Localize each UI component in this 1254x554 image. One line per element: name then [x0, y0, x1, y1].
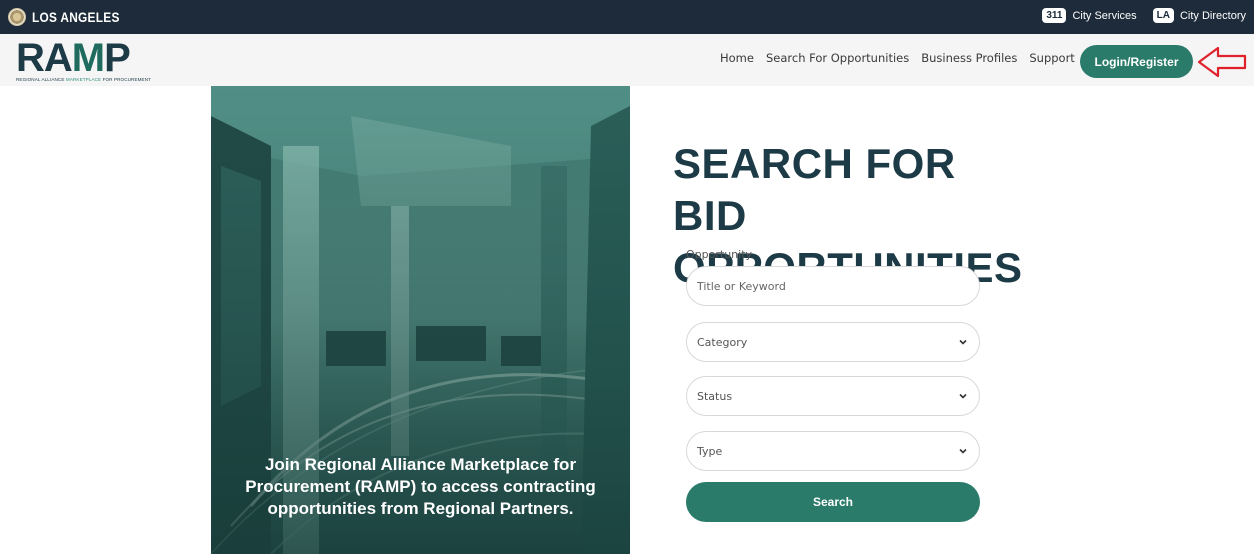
- nav-search-opportunities[interactable]: Search For Opportunities: [766, 51, 909, 65]
- chevron-down-icon: [959, 339, 967, 345]
- badge-la: LA: [1152, 8, 1174, 23]
- main-nav: Home Search For Opportunities Business P…: [720, 51, 1075, 65]
- nav-support[interactable]: Support: [1029, 51, 1074, 65]
- site-header: RAMP REGIONAL ALLIANCE MARKETPLACE FOR P…: [0, 34, 1254, 86]
- hero-image: Join Regional Alliance Marketplace for P…: [211, 86, 630, 554]
- search-button[interactable]: Search: [686, 482, 980, 522]
- opportunity-label: Opportunity: [686, 248, 753, 261]
- city-services-link[interactable]: City Services: [1072, 10, 1136, 22]
- logo-tagline: REGIONAL ALLIANCE MARKETPLACE FOR PROCUR…: [16, 77, 152, 82]
- city-seal-icon: [8, 8, 26, 26]
- status-select[interactable]: Status: [686, 376, 980, 416]
- chevron-down-icon: [959, 448, 967, 454]
- login-register-button[interactable]: Login/Register: [1080, 45, 1193, 78]
- hero-caption: Join Regional Alliance Marketplace for P…: [245, 455, 596, 518]
- keyword-field[interactable]: [686, 266, 980, 306]
- keyword-input[interactable]: [697, 279, 969, 293]
- city-links: 311 City Services LA City Directory: [1042, 8, 1246, 23]
- badge-311: 311: [1042, 8, 1067, 23]
- chevron-down-icon: [959, 393, 967, 399]
- logo-wordmark: RAMP: [16, 36, 131, 80]
- category-select[interactable]: Category: [686, 322, 980, 362]
- nav-home[interactable]: Home: [720, 51, 754, 65]
- ramp-logo[interactable]: RAMP REGIONAL ALLIANCE MARKETPLACE FOR P…: [16, 36, 152, 84]
- type-select[interactable]: Type: [686, 431, 980, 471]
- status-value: Status: [697, 389, 733, 403]
- city-directory-link[interactable]: City Directory: [1180, 10, 1246, 22]
- city-name: LOS ANGELES: [32, 9, 120, 25]
- city-top-bar: LOS ANGELES 311 City Services LA City Di…: [0, 0, 1254, 34]
- category-value: Category: [697, 335, 748, 349]
- nav-business-profiles[interactable]: Business Profiles: [921, 51, 1017, 65]
- city-branding[interactable]: LOS ANGELES: [8, 8, 135, 26]
- type-value: Type: [697, 444, 723, 458]
- annotation-arrow-icon: [1197, 46, 1247, 78]
